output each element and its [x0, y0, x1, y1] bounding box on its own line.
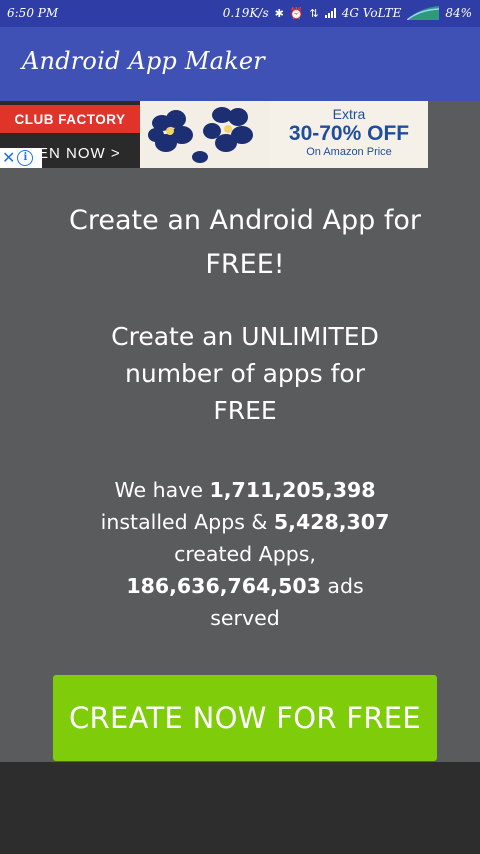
data-arrows-icon: ⇅: [309, 6, 319, 20]
ad-offer-text: 30-70% OFF: [288, 122, 410, 145]
signal-icon: [324, 8, 336, 18]
served-label: served: [210, 606, 280, 630]
stats-text: We have 1,711,205,398 installed Apps & 5…: [40, 474, 450, 634]
ad-offer-panel: Extra 30-70% OFF On Amazon Price: [270, 101, 428, 168]
stats-line: served: [40, 602, 450, 634]
ad-jewelry-image: [140, 101, 270, 168]
headline-line: Create an Android App for: [69, 205, 421, 236]
stats-line: created Apps,: [40, 538, 450, 570]
sub-headline-line: FREE: [213, 396, 277, 425]
stats-line: installed Apps & 5,428,307: [40, 506, 450, 538]
installed-label: installed Apps &: [100, 510, 274, 534]
ad-banner[interactable]: CLUB FACTORY EN NOW > ✕ i Extra 30-70% O…: [0, 101, 428, 168]
battery-level: 84%: [445, 6, 472, 20]
ad-extra-label: Extra: [332, 106, 366, 122]
status-bar: 6:50 PM 0.19K/s ✱ ⏰ ⇅ 4G VoLTE 84%: [0, 0, 480, 27]
bottom-area: [0, 762, 480, 854]
ad-cta-text[interactable]: EN NOW >: [38, 145, 121, 162]
main-content: CLUB FACTORY EN NOW > ✕ i Extra 30-70% O…: [0, 101, 480, 762]
ad-choices[interactable]: ✕ i: [0, 148, 42, 168]
battery-wave-icon: [407, 6, 440, 20]
network-type: 4G VoLTE: [341, 6, 402, 20]
headline-line: FREE!: [205, 249, 285, 280]
status-icons: 0.19K/s ✱ ⏰ ⇅ 4G VoLTE 84%: [223, 6, 472, 20]
flower-earrings-image: [148, 107, 253, 163]
installed-count: 1,711,205,398: [209, 478, 376, 502]
sub-headline-line: Create an UNLIMITED: [111, 322, 379, 351]
created-label: created Apps,: [174, 542, 316, 566]
bluetooth-icon: ✱: [274, 6, 284, 20]
ad-info-icon[interactable]: i: [17, 150, 34, 166]
ads-label: ads: [320, 574, 364, 598]
app-title: Android App Maker: [22, 47, 265, 75]
ads-count: 186,636,764,503: [126, 574, 321, 598]
ad-brand: CLUB FACTORY: [0, 105, 140, 133]
create-now-button[interactable]: CREATE NOW FOR FREE: [53, 675, 437, 761]
alarm-icon: ⏰: [289, 6, 304, 20]
app-bar: Android App Maker: [0, 27, 480, 101]
sub-headline: Create an UNLIMITED number of apps for F…: [40, 318, 450, 429]
status-time: 6:50 PM: [7, 6, 59, 20]
stats-line: 186,636,764,503 ads: [40, 570, 450, 602]
network-speed: 0.19K/s: [222, 6, 269, 20]
stats-prefix: We have: [114, 478, 210, 502]
ad-sub-text: On Amazon Price: [306, 146, 392, 158]
sub-headline-line: number of apps for: [125, 359, 365, 388]
stats-line: We have 1,711,205,398: [40, 474, 450, 506]
close-ad-icon[interactable]: ✕: [0, 150, 15, 166]
page-headline: Create an Android App for FREE!: [40, 199, 450, 287]
created-count: 5,428,307: [273, 510, 390, 534]
